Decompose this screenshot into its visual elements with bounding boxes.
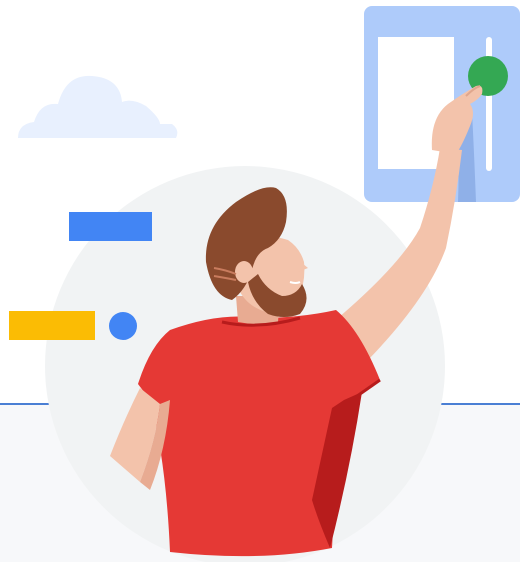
cloud-icon xyxy=(18,75,178,138)
blue-bar-icon xyxy=(69,212,152,241)
blue-dot-icon xyxy=(109,312,137,340)
yellow-bar-icon xyxy=(9,311,95,340)
hero-illustration xyxy=(9,6,520,562)
illustration-canvas xyxy=(0,0,520,562)
